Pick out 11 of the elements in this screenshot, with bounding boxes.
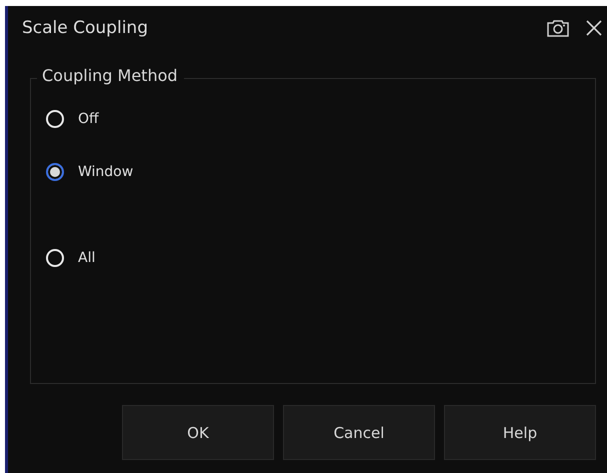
dialog-button[interactable]: Help <box>444 405 596 460</box>
camera-icon[interactable] <box>547 19 569 37</box>
window-title: Scale Coupling <box>22 18 149 38</box>
dialog-button[interactable]: OK <box>122 405 274 460</box>
group-title: Coupling Method <box>37 66 184 85</box>
dialog-button[interactable]: Cancel <box>283 405 435 460</box>
radio-option[interactable]: Off <box>46 109 595 129</box>
close-icon[interactable] <box>585 19 603 37</box>
radio-option[interactable]: All <box>46 215 595 301</box>
radio-button[interactable] <box>46 163 64 181</box>
radio-option[interactable]: Window <box>46 129 595 215</box>
